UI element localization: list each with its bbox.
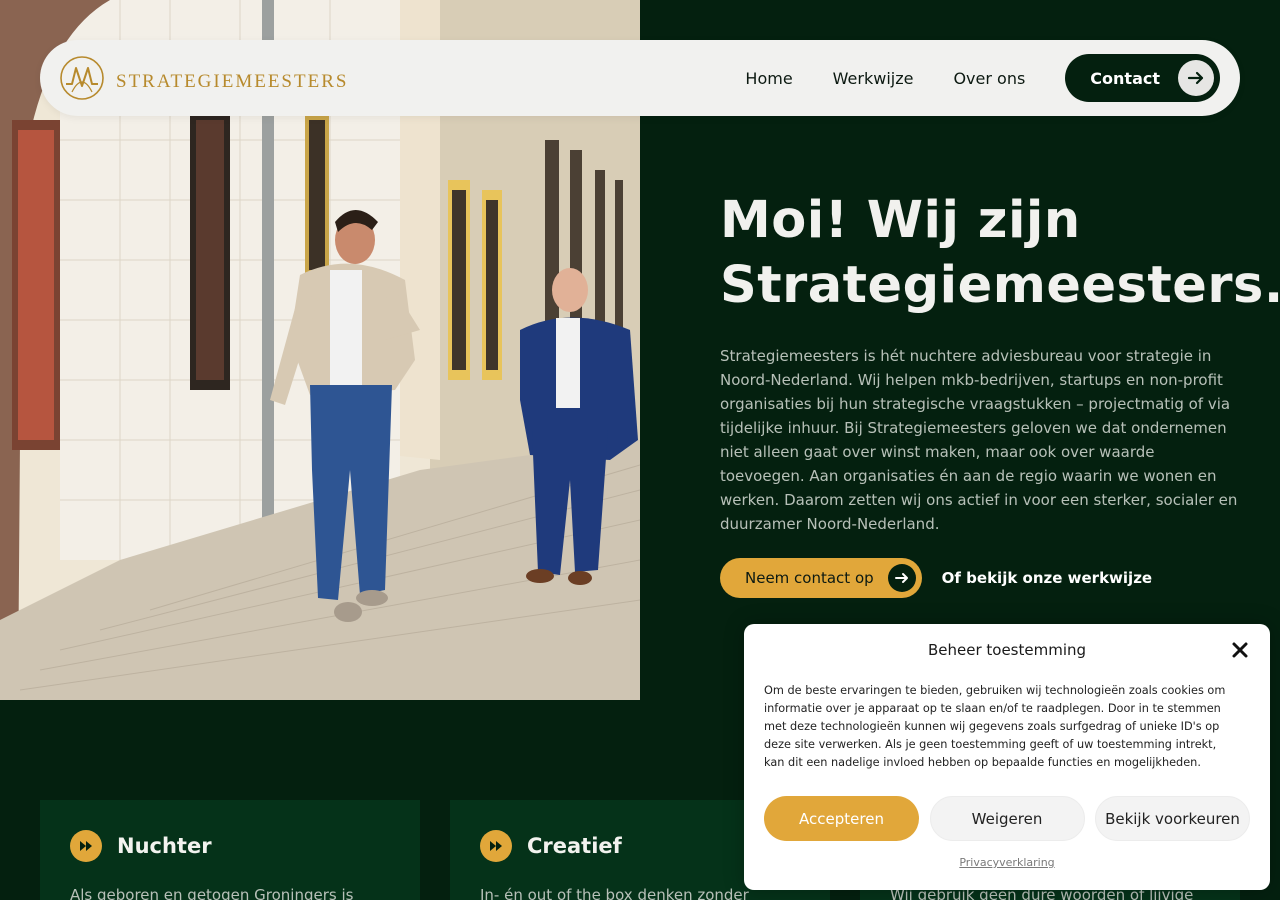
arrow-right-icon xyxy=(887,564,916,592)
arrow-right-icon xyxy=(1178,60,1214,96)
hero-title-line-2: Strategiemeesters. xyxy=(720,256,1280,315)
consent-title: Beheer toestemming xyxy=(927,641,1087,659)
accept-button[interactable]: Accepteren xyxy=(764,796,919,841)
fast-forward-icon xyxy=(70,830,102,862)
contact-cta-button[interactable]: Neem contact op xyxy=(720,558,922,598)
privacy-link[interactable]: Privacyverklaring xyxy=(744,856,1270,869)
hero-description: Strategiemeesters is hét nuchtere advies… xyxy=(720,347,1238,533)
nav-link-werkwijze[interactable]: Werkwijze xyxy=(833,69,914,88)
main-nav: Home Werkwijze Over ons Contact xyxy=(745,54,1220,102)
card-nuchter: Nuchter Als geboren en getogen Groninger… xyxy=(40,800,420,900)
consent-buttons: Accepteren Weigeren Bekijk voorkeuren xyxy=(764,796,1250,841)
brand-logo-link[interactable]: Strategiemeesters xyxy=(58,54,348,102)
hero-section: Moi! Wij zijn Strategiemeesters. Strateg… xyxy=(720,188,1280,598)
close-icon[interactable] xyxy=(1230,640,1250,660)
werkwijze-link[interactable]: Of bekijk onze werkwijze xyxy=(942,569,1152,587)
nav-link-over-ons[interactable]: Over ons xyxy=(953,69,1025,88)
navbar: Strategiemeesters Home Werkwijze Over on… xyxy=(40,40,1240,116)
deny-button[interactable]: Weigeren xyxy=(929,796,1085,841)
hero-title-line-1: Moi! Wij zijn xyxy=(720,191,1081,250)
cookie-consent-modal: Beheer toestemming Om de beste ervaringe… xyxy=(744,624,1270,890)
contact-cta-label: Neem contact op xyxy=(745,569,874,587)
card-header: Nuchter xyxy=(70,830,390,862)
fast-forward-icon xyxy=(480,830,512,862)
hero-actions: Neem contact op Of bekijk onze werkwijze xyxy=(720,558,1250,598)
consent-text: Om de beste ervaringen te bieden, gebrui… xyxy=(764,684,1226,769)
card-title: Nuchter xyxy=(117,834,212,858)
brand-logo-icon xyxy=(60,56,104,100)
card-title: Creatief xyxy=(527,834,622,858)
card-text: Als geboren en getogen Groningers is xyxy=(70,886,354,900)
brand-name: Strategiemeesters xyxy=(116,62,349,93)
contact-button-label: Contact xyxy=(1090,68,1160,88)
hero-title: Moi! Wij zijn Strategiemeesters. xyxy=(720,188,1280,318)
nav-link-home[interactable]: Home xyxy=(745,69,792,88)
view-preferences-button[interactable]: Bekijk voorkeuren xyxy=(1095,796,1250,841)
contact-button[interactable]: Contact xyxy=(1065,54,1220,102)
